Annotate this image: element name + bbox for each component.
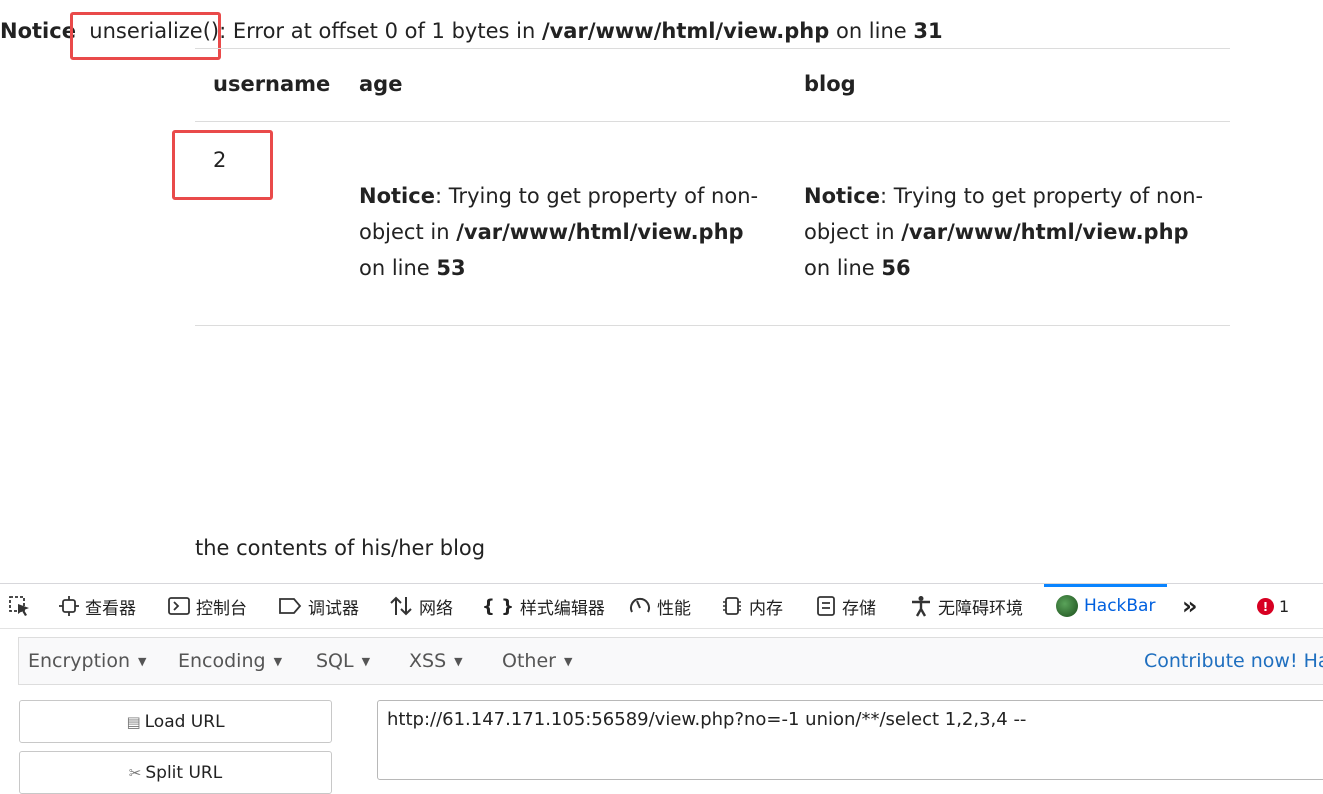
tab-storage[interactable]: 存储: [816, 584, 876, 628]
table-divider-bottom: [195, 325, 1230, 326]
page-content: Notice unserialize(): Error at offset 0 …: [0, 0, 1323, 583]
cell-blog: Notice: Trying to get property of non- o…: [804, 184, 1204, 280]
devtools-tabbar: 查看器 控制台 调试器 网络 { } 样式编辑器 性能 内存 存储 无障碍环境 …: [0, 583, 1323, 629]
notice-file: /var/www/html/view.php: [541, 19, 830, 43]
menu-encoding[interactable]: Encoding ▼: [178, 638, 282, 684]
cell-age: Notice: Trying to get property of non- o…: [359, 184, 759, 280]
inspector-icon: [59, 596, 79, 616]
performance-icon: [630, 597, 650, 613]
column-header-blog: blog: [804, 72, 856, 96]
style-editor-icon: { }: [482, 595, 514, 617]
highlight-box-unserialize: [70, 12, 221, 60]
notice-online: on line: [829, 19, 914, 43]
contribute-link[interactable]: Contribute now! Ha: [1144, 638, 1323, 684]
column-header-username: username: [213, 72, 331, 96]
error-count: 1: [1279, 597, 1290, 616]
highlight-box-username: [172, 130, 273, 200]
memory-icon: [723, 597, 741, 615]
network-icon: [390, 596, 412, 616]
devtools-panel: 查看器 控制台 调试器 网络 { } 样式编辑器 性能 内存 存储 无障碍环境 …: [0, 583, 1323, 794]
hackbar-icon: [1056, 595, 1078, 617]
tab-console[interactable]: 控制台: [168, 584, 247, 628]
chevron-down-icon: ▼: [454, 654, 463, 668]
menu-encryption[interactable]: Encryption ▼: [28, 638, 146, 684]
menu-sql[interactable]: SQL ▼: [316, 638, 370, 684]
tab-debugger[interactable]: 调试器: [278, 584, 359, 628]
menu-other[interactable]: Other ▼: [502, 638, 572, 684]
notice-label: Notice: [0, 19, 76, 43]
debugger-icon: [279, 598, 302, 614]
tab-network[interactable]: 网络: [389, 584, 453, 628]
tab-performance[interactable]: 性能: [629, 584, 691, 628]
inspector-pick-icon: [9, 596, 29, 616]
tab-inspector[interactable]: 查看器: [59, 584, 136, 628]
table-divider-top: [195, 48, 1230, 49]
url-textarea[interactable]: http://61.147.171.105:56589/view.php?no=…: [377, 700, 1323, 780]
column-header-age: age: [359, 72, 403, 96]
blog-contents: the contents of his/her blog: [195, 536, 486, 560]
tab-accessibility[interactable]: 无障碍环境: [910, 584, 1023, 628]
tab-hackbar[interactable]: HackBar: [1043, 584, 1168, 628]
tab-style-editor[interactable]: { } 样式编辑器: [482, 584, 605, 628]
load-url-icon: ▤: [126, 712, 141, 731]
pick-element-button[interactable]: [8, 584, 32, 628]
storage-icon: [817, 596, 835, 616]
accessibility-icon: [912, 596, 930, 617]
hackbar-menu: Encryption ▼ Encoding ▼ SQL ▼ XSS ▼ Other ▼ C…: [18, 637, 1323, 685]
chevron-down-icon: ▼: [273, 654, 283, 668]
chevron-down-icon: ▼: [361, 654, 371, 668]
console-icon: [168, 597, 190, 615]
table-divider-header: [195, 121, 1230, 122]
chevron-down-icon: ▼: [138, 654, 147, 668]
tab-memory[interactable]: 内存: [721, 584, 783, 628]
load-url-button[interactable]: ▤ Load URL: [19, 700, 332, 743]
error-count-badge[interactable]: ! 1: [1257, 597, 1289, 616]
chevron-down-icon: ▼: [563, 654, 573, 668]
notice-line-number: 31: [913, 19, 943, 43]
menu-xss[interactable]: XSS ▼: [409, 638, 463, 684]
more-tabs-icon[interactable]: »: [1182, 584, 1198, 628]
notice-message: Error at offset 0 of 1 bytes in: [226, 19, 542, 43]
error-icon: !: [1257, 598, 1274, 615]
